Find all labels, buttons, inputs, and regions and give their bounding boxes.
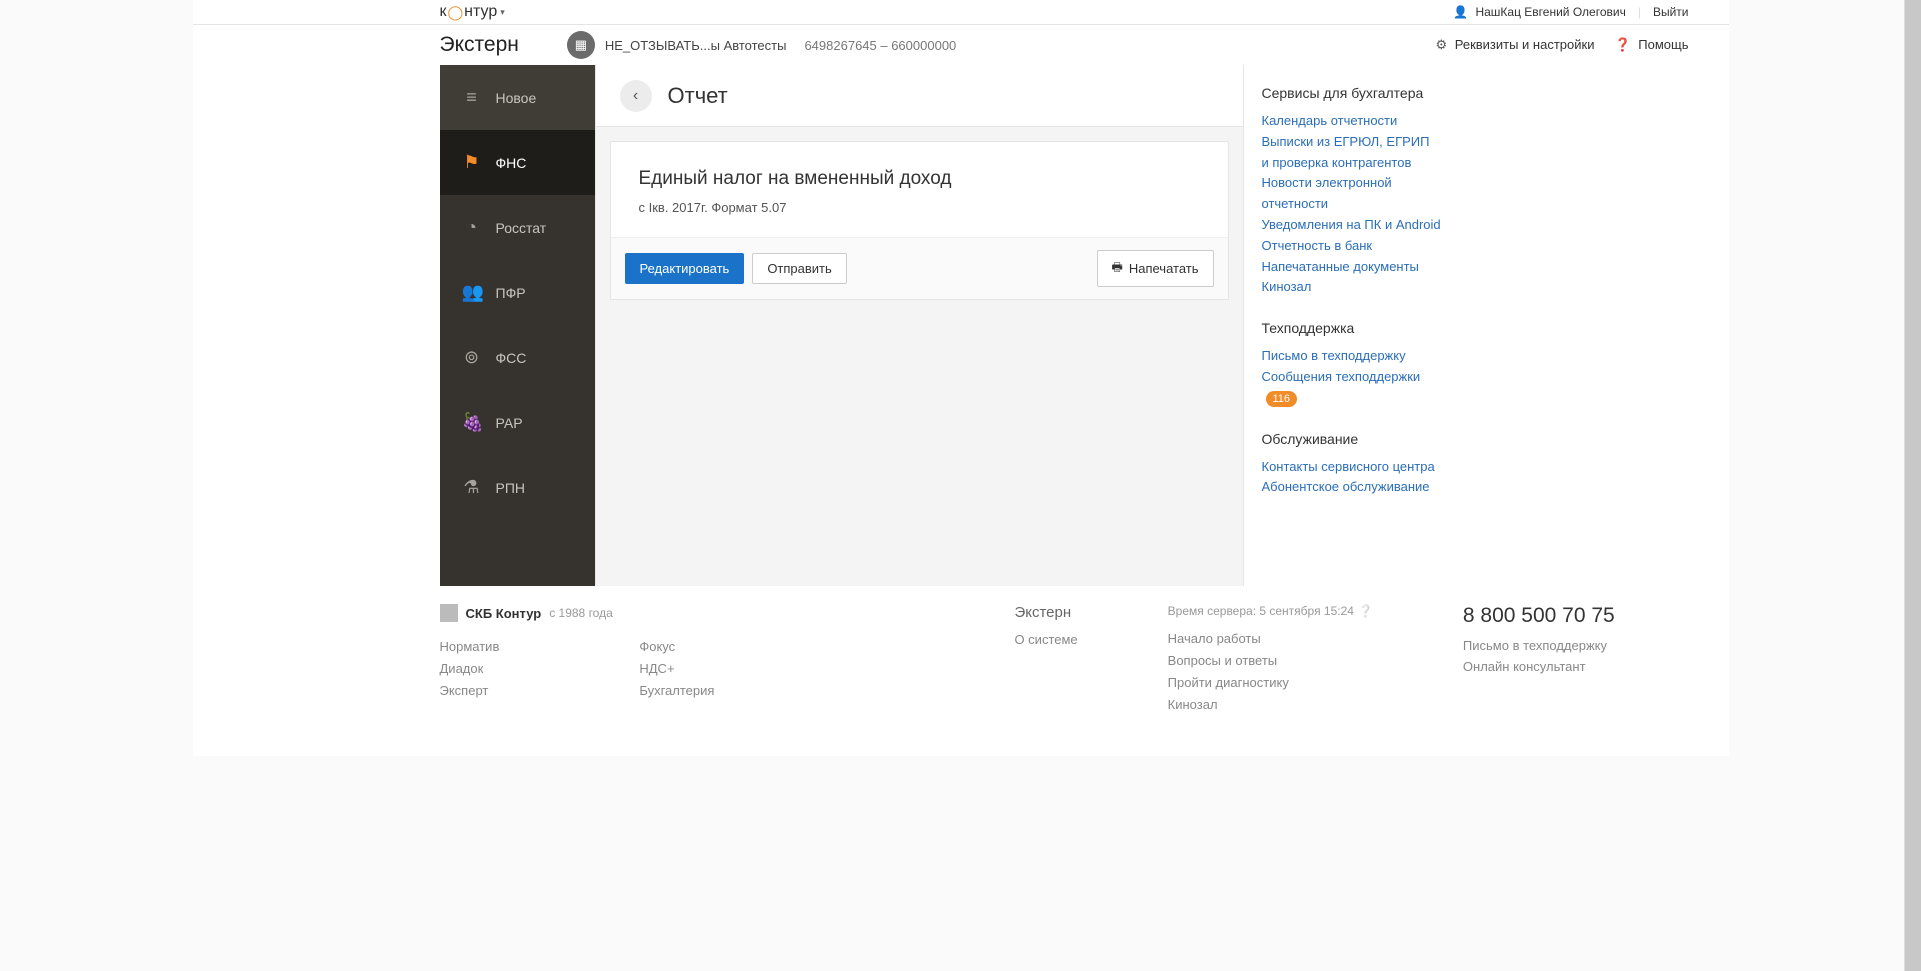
- org-name[interactable]: НЕ_ОТЗЫВАТЬ...ы Автотесты: [605, 38, 787, 53]
- sidebar-item-label: РПН: [496, 480, 526, 496]
- footer: СКБ Контур с 1988 года Норматив Диадок Э…: [193, 586, 1729, 756]
- footer-link-nds[interactable]: НДС+: [639, 658, 714, 680]
- link-support-letter[interactable]: Письмо в техподдержку: [1262, 346, 1453, 367]
- sidebar-item-label: ФНС: [496, 155, 527, 171]
- top-userbar: к ◯ нтур ▾ 👤 НашКац Евгений Олегович | В…: [193, 0, 1729, 25]
- footer-link-diadoc[interactable]: Диадок: [440, 658, 500, 680]
- service-heading: Обслуживание: [1262, 431, 1453, 447]
- app-title: Экстерн: [440, 33, 519, 57]
- print-label: Напечатать: [1129, 261, 1199, 276]
- link-support-messages-text: Сообщения техподдержки: [1262, 369, 1421, 384]
- sidebar-item-fns[interactable]: ⚑ ФНС: [440, 130, 595, 195]
- sidebar-item-fss[interactable]: ⊚ ФСС: [440, 325, 595, 390]
- help-link[interactable]: ❓ Помощь: [1614, 37, 1688, 53]
- help-label: Помощь: [1638, 37, 1688, 52]
- footer-link-buh[interactable]: Бухгалтерия: [639, 680, 714, 702]
- right-sidebar: Сервисы для бухгалтера Календарь отчетно…: [1244, 65, 1471, 586]
- cloud-icon: ◯: [448, 4, 464, 21]
- sidebar-item-rar[interactable]: 🍇 РАР: [440, 390, 595, 455]
- content-area: ‹ Отчет Единый налог на вмененный доход …: [595, 65, 1244, 586]
- page-title: Отчет: [668, 83, 728, 109]
- sidebar: ≡ Новое ⚑ ФНС ◔ Росстат 👥 ПФР ⊚ ФСС 🍇 РА: [440, 65, 595, 586]
- user-name: НашКац Евгений Олегович: [1475, 5, 1625, 19]
- logout-link[interactable]: Выйти: [1653, 5, 1689, 19]
- link-subscription[interactable]: Абонентское обслуживание: [1262, 477, 1453, 498]
- sidebar-item-label: РАР: [496, 415, 523, 431]
- footer-link-faq[interactable]: Вопросы и ответы: [1168, 650, 1373, 672]
- logo-text-left: к: [440, 3, 447, 21]
- support-heading: Техподдержка: [1262, 320, 1453, 336]
- piechart-icon: ◔: [462, 217, 482, 238]
- sidebar-item-rpn[interactable]: ⚗ РПН: [440, 455, 595, 520]
- sidebar-item-label: ПФР: [496, 285, 526, 301]
- print-icon: 🖶: [1112, 258, 1123, 279]
- people-icon: 👥: [462, 282, 482, 303]
- skb-name: СКБ Контур: [466, 606, 542, 621]
- report-title: Единый налог на вмененный доход: [639, 168, 1200, 190]
- support-badge: 116: [1266, 391, 1298, 407]
- services-heading: Сервисы для бухгалтера: [1262, 85, 1453, 101]
- kontur-logo[interactable]: к ◯ нтур ▾: [440, 3, 505, 21]
- user-icon: 👤: [1453, 5, 1468, 19]
- footer-link-start[interactable]: Начало работы: [1168, 628, 1373, 650]
- grapes-icon: 🍇: [462, 412, 482, 433]
- list-icon: ≡: [462, 87, 482, 108]
- sidebar-item-label: Росстат: [496, 220, 547, 236]
- link-bank[interactable]: Отчетность в банк: [1262, 236, 1453, 257]
- footer-online-consultant[interactable]: Онлайн консультант: [1463, 657, 1615, 678]
- server-time-text: Время сервера: 5 сентября 15:24: [1168, 604, 1354, 618]
- report-card: Единый налог на вмененный доход с Iкв. 2…: [610, 141, 1229, 300]
- link-printed[interactable]: Напечатанные документы: [1262, 257, 1453, 278]
- gear-icon: ⚙: [1435, 37, 1447, 52]
- server-time: Время сервера: 5 сентября 15:24 ❔: [1168, 604, 1373, 618]
- org-switcher[interactable]: ▦: [567, 31, 595, 59]
- flag-icon: ⚑: [462, 152, 482, 173]
- target-icon: ⊚: [462, 347, 482, 368]
- skb-logo-icon: [440, 604, 458, 622]
- sidebar-item-rosstat[interactable]: ◔ Росстат: [440, 195, 595, 260]
- link-support-messages[interactable]: Сообщения техподдержки 116: [1262, 367, 1453, 409]
- edit-button[interactable]: Редактировать: [625, 253, 745, 284]
- link-news[interactable]: Новости электронной отчетности: [1262, 173, 1453, 215]
- sidebar-item-pfr[interactable]: 👥 ПФР: [440, 260, 595, 325]
- footer-link-expert[interactable]: Эксперт: [440, 680, 500, 702]
- link-cinema[interactable]: Кинозал: [1262, 277, 1453, 298]
- sidebar-item-label: Новое: [496, 90, 537, 106]
- scrollbar[interactable]: [1904, 0, 1921, 971]
- grid-icon: ▦: [575, 37, 587, 53]
- chevron-down-icon[interactable]: ▾: [500, 7, 505, 18]
- footer-link-cinema2[interactable]: Кинозал: [1168, 694, 1373, 716]
- settings-label: Реквизиты и настройки: [1455, 37, 1595, 52]
- footer-support-letter[interactable]: Письмо в техподдержку: [1463, 636, 1615, 657]
- link-calendar[interactable]: Календарь отчетности: [1262, 111, 1453, 132]
- app-header: Экстерн ▦ НЕ_ОТЗЫВАТЬ...ы Автотесты 6498…: [193, 25, 1729, 65]
- footer-link-normativ[interactable]: Норматив: [440, 636, 500, 658]
- footer-link-diag[interactable]: Пройти диагностику: [1168, 672, 1373, 694]
- footer-link-focus[interactable]: Фокус: [639, 636, 714, 658]
- settings-link[interactable]: ⚙ Реквизиты и настройки: [1435, 37, 1594, 53]
- skb-since: с 1988 года: [549, 606, 613, 620]
- scrollbar-thumb[interactable]: [1905, 0, 1921, 971]
- skb-logo-row: СКБ Контур с 1988 года: [440, 604, 775, 622]
- factory-icon: ⚗: [462, 477, 482, 498]
- print-button[interactable]: 🖶 Напечатать: [1097, 250, 1214, 287]
- send-button[interactable]: Отправить: [752, 253, 846, 284]
- help-icon: ❓: [1614, 37, 1630, 52]
- footer-phone: 8 800 500 70 75: [1463, 604, 1615, 628]
- footer-link-about[interactable]: О системе: [1014, 629, 1077, 651]
- user-menu[interactable]: 👤 НашКац Евгений Олегович: [1453, 5, 1626, 19]
- link-egrul[interactable]: Выписки из ЕГРЮЛ, ЕГРИП и проверка контр…: [1262, 132, 1453, 174]
- divider: |: [1638, 5, 1641, 19]
- sidebar-item-new[interactable]: ≡ Новое: [440, 65, 595, 130]
- org-codes: 6498267645 – 660000000: [804, 38, 956, 53]
- logo-text-right: нтур: [464, 3, 497, 21]
- footer-extern-head: Экстерн: [1014, 604, 1077, 621]
- sidebar-item-label: ФСС: [496, 350, 527, 366]
- back-button[interactable]: ‹: [620, 80, 652, 112]
- chevron-left-icon: ‹: [633, 87, 638, 105]
- help-circle-icon[interactable]: ❔: [1358, 604, 1373, 618]
- link-service-contacts[interactable]: Контакты сервисного центра: [1262, 457, 1453, 478]
- report-subtitle: с Iкв. 2017г. Формат 5.07: [639, 200, 1200, 215]
- link-notifications[interactable]: Уведомления на ПК и Android: [1262, 215, 1453, 236]
